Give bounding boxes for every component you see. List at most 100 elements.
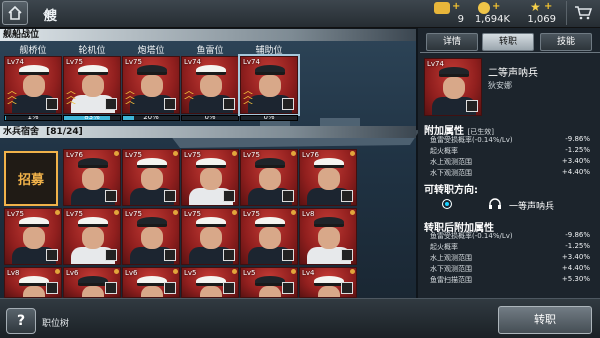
sailor-quarters-title: 水兵宿舍 [3,127,40,137]
sailor-card[interactable]: Lv4 [299,267,357,298]
tab-transfer[interactable]: 转职 [482,33,534,51]
status-dot-icon [114,151,119,156]
position-sailor-card[interactable]: Lv75 [63,56,121,114]
shop-button[interactable] [566,1,598,25]
fuel-resource[interactable]: + 9 [434,1,464,26]
sailor-card[interactable]: Lv76 [63,149,121,206]
status-dot-icon [55,269,60,274]
sailor-level: Lv75 [125,58,142,66]
attribute-value: -1.25% [565,242,590,250]
tab-skills[interactable]: 技能 [540,33,592,51]
position-sailor-card[interactable]: Lv74 [181,56,239,114]
add-coin-icon[interactable]: + [492,1,500,12]
skill-icon [105,282,117,294]
skill-icon [46,249,58,261]
attribute-value: +5.30% [561,275,590,283]
coin-icon [478,2,490,14]
progress-text: 20% [143,115,159,121]
skill-icon [282,98,294,110]
recruit-button[interactable]: 招募 [4,151,58,206]
transfer-option-radio[interactable] [442,199,452,209]
job-tree-label: 职位树 [42,319,70,329]
sailor-card[interactable]: Lv6 [63,267,121,298]
sailor-level: Lv76 [302,151,319,159]
sailor-quarters-header: 水兵宿舍 [81/24] [0,126,416,138]
add-star-icon[interactable]: + [544,1,552,12]
sailor-card[interactable]: Lv75 [63,208,121,265]
home-button[interactable] [2,1,28,25]
skill-icon [282,249,294,261]
attribute-row: 水下观测范围 +4.40% [430,264,590,274]
sailor-card[interactable]: Lv76 [299,149,357,206]
skill-icon [46,98,58,110]
sailor-card[interactable]: Lv75 [4,208,62,265]
skill-icon [105,98,117,110]
attribute-value: +4.40% [561,264,590,272]
job-tree-button[interactable]: ? [6,308,36,334]
position-sailor-card[interactable]: Lv74 [238,54,300,116]
skill-icon [223,282,235,294]
position-progress-bar: 0% [181,115,239,121]
transfer-target-label[interactable]: 一等声呐兵 [509,199,554,212]
status-dot-icon [114,210,119,215]
transfer-button[interactable]: 转职 [498,306,592,334]
status-dot-icon [291,210,296,215]
attribute-value: +4.40% [561,168,590,176]
tab-divider [420,52,600,53]
sailor-level: Lv4 [302,269,315,277]
skill-icon [282,282,294,294]
sailor-level: Lv8 [302,210,315,218]
sailor-card[interactable]: Lv75 [122,208,180,265]
sailor-card[interactable]: Lv5 [181,267,239,298]
tab-details[interactable]: 详情 [426,33,478,51]
sailor-card[interactable]: Lv6 [122,267,180,298]
attribute-label: 水上观测范围 [430,254,472,262]
skill-icon [46,282,58,294]
attribute-value: +3.40% [561,253,590,261]
fuel-icon [434,2,450,14]
attribute-row: 水下观测范围 +4.40% [430,168,590,178]
position-sailor-card[interactable]: Lv75 [122,56,180,114]
sailor-level: Lv74 [7,58,24,66]
status-dot-icon [173,269,178,274]
rank-chevron-icon [7,91,17,107]
star-resource[interactable]: ★ + 1,069 [524,0,556,26]
attribute-row: 鱼雷受损概率(-0.14%/Lv) -9.86% [430,231,590,241]
sailor-card[interactable]: Lv75 [181,208,239,265]
skill-icon [341,249,353,261]
attribute-label: 水下观测范围 [430,169,472,177]
sailor-card[interactable]: Lv75 [122,149,180,206]
rank-chevron-icon [243,91,253,107]
position-sailor-card[interactable]: Lv74 [4,56,62,114]
position-progress-bar: 83% [63,115,121,121]
sailor-level: Lv8 [7,269,20,277]
sailor-card[interactable]: Lv8 [299,208,357,265]
coin-resource[interactable]: + 1,694K [474,1,510,26]
status-dot-icon [350,151,355,156]
attribute-label: 鱼雷扫描范围 [430,276,472,284]
sailor-card[interactable]: Lv8 [4,267,62,298]
top-bar: ‹ 艘 + 9 + 1,694K ★ + 1,069 [0,0,600,28]
battle-positions-title: 舰船战位 [3,30,40,40]
attribute-label: 起火概率 [430,243,458,251]
fuel-value: 9 [457,14,464,25]
progress-text: 1% [27,115,39,121]
sailor-card[interactable]: Lv75 [240,149,298,206]
sailor-card[interactable]: Lv75 [240,208,298,265]
skill-icon [105,249,117,261]
position-progress-bar: 0% [240,115,298,121]
sailor-level: Lv75 [184,151,201,159]
skill-icon [282,190,294,202]
attribute-row: 鱼雷扫描范围 +5.30% [430,275,590,285]
ship-title: 艘 [44,9,58,24]
position-label: 舰桥位 [19,46,47,56]
add-fuel-icon[interactable]: + [452,1,460,12]
sailor-card[interactable]: Lv75 [181,149,239,206]
position-label: 轮机位 [78,46,106,56]
status-dot-icon [291,269,296,274]
sailor-card[interactable]: Lv5 [240,267,298,298]
status-dot-icon [173,151,178,156]
position-label: 炮塔位 [137,46,165,56]
sailor-level: Lv75 [66,58,83,66]
sailor-level: Lv6 [66,269,79,277]
